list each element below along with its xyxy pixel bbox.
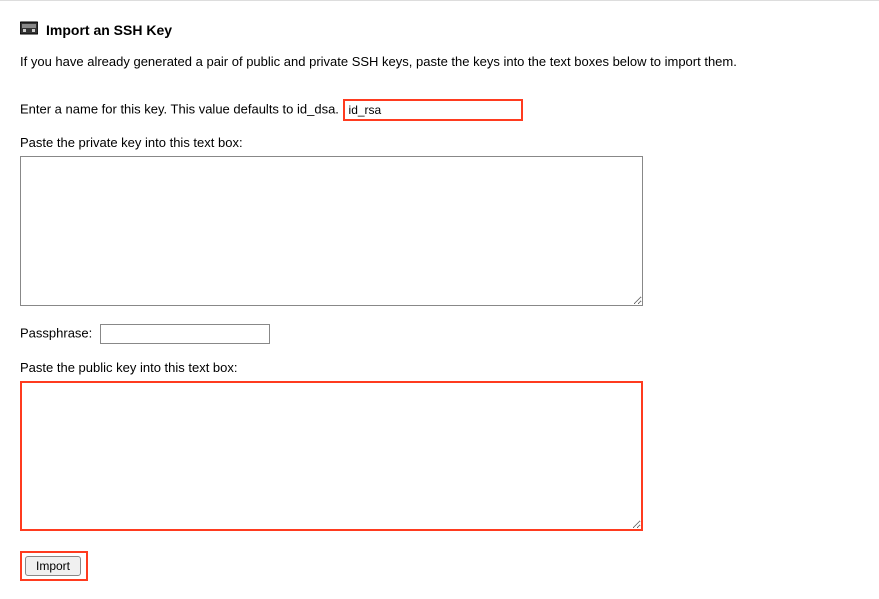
intro-text: If you have already generated a pair of … xyxy=(20,54,859,69)
import-button[interactable]: Import xyxy=(25,556,81,576)
page-title: Import an SSH Key xyxy=(46,22,172,38)
passphrase-input[interactable] xyxy=(100,324,270,344)
public-key-textarea[interactable] xyxy=(20,381,643,531)
passphrase-label: Passphrase: xyxy=(20,325,92,340)
key-name-input[interactable] xyxy=(343,99,523,121)
import-button-highlight: Import xyxy=(20,551,88,581)
key-name-label: Enter a name for this key. This value de… xyxy=(20,101,339,116)
private-key-label: Paste the private key into this text box… xyxy=(20,135,859,150)
private-key-textarea[interactable] xyxy=(20,156,643,306)
public-key-label: Paste the public key into this text box: xyxy=(20,360,859,375)
cassette-key-icon xyxy=(20,19,38,40)
